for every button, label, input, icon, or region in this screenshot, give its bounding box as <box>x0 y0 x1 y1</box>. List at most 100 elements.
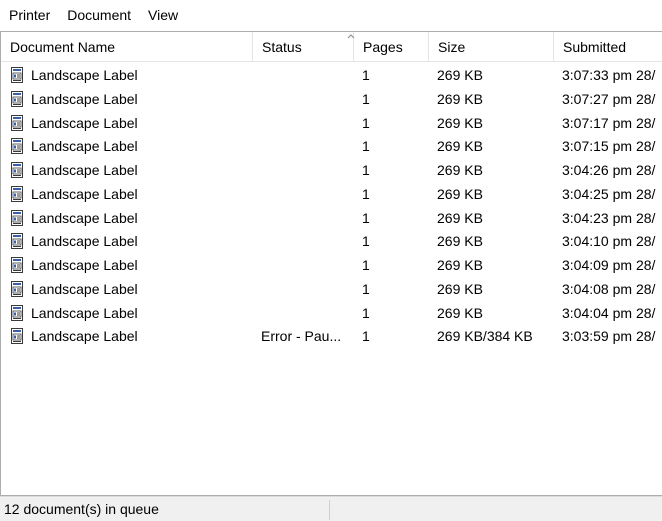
document-name-text: Landscape Label <box>31 138 138 155</box>
document-name-cell: Landscape Label <box>9 87 249 111</box>
pages-cell: 1 <box>362 280 370 297</box>
status-cell: Error - Pau... <box>261 328 342 345</box>
pages-cell: 1 <box>362 162 370 178</box>
document-name-text: Landscape Label <box>31 162 138 178</box>
table-row[interactable]: Landscape Label 1 269 KB 3:04:25 pm 28/ <box>1 182 662 206</box>
document-name-cell: Landscape Label <box>9 229 249 253</box>
size-cell: 269 KB <box>437 304 483 321</box>
size-cell: 269 KB <box>437 162 483 178</box>
menu-printer[interactable]: Printer <box>1 0 58 31</box>
status-cell <box>261 87 349 111</box>
document-icon <box>9 114 31 131</box>
size-cell: 269 KB <box>437 257 483 273</box>
document-name-cell: Landscape Label <box>9 63 249 87</box>
status-cell <box>261 134 349 158</box>
document-name-cell: Landscape Label <box>9 301 249 325</box>
pages-cell: 1 <box>362 138 370 155</box>
status-cell <box>261 158 349 182</box>
submitted-cell: 3:04:25 pm 28/ <box>562 185 656 202</box>
submitted-cell: 3:03:59 pm 28/ <box>562 328 656 345</box>
document-name-text: Landscape Label <box>31 304 138 321</box>
submitted-cell: 3:04:23 pm 28/ <box>562 209 656 226</box>
document-name-text: Landscape Label <box>31 185 138 202</box>
size-cell: 269 KB <box>437 114 483 131</box>
column-header-status[interactable]: Status <box>253 32 354 62</box>
document-icon <box>9 90 31 107</box>
table-row[interactable]: Landscape Label 1 269 KB 3:07:27 pm 28/ <box>1 87 662 111</box>
document-icon <box>9 162 31 178</box>
document-name-text: Landscape Label <box>31 209 138 226</box>
column-header-submitted[interactable]: Submitted <box>554 32 662 62</box>
document-name-cell: Landscape Label <box>9 277 249 301</box>
submitted-cell: 3:04:08 pm 28/ <box>562 280 656 297</box>
document-name-cell: Landscape Label <box>9 158 249 182</box>
submitted-cell: 3:07:27 pm 28/ <box>562 90 656 107</box>
pages-cell: 1 <box>362 67 370 83</box>
pages-cell: 1 <box>362 233 370 250</box>
queue-count-text: 12 document(s) in queue <box>4 501 159 517</box>
table-row[interactable]: Landscape Label 1 269 KB 3:07:17 pm 28/ <box>1 111 662 135</box>
pages-cell: 1 <box>362 90 370 107</box>
column-header-pages[interactable]: Pages <box>354 32 429 62</box>
size-cell: 269 KB <box>437 280 483 297</box>
table-row[interactable]: Landscape Label Error - Pau... 1 269 KB/384… <box>1 324 662 348</box>
document-name-text: Landscape Label <box>31 90 138 107</box>
status-cell <box>261 253 349 277</box>
pages-cell: 1 <box>362 304 370 321</box>
status-bar: 12 document(s) in queue <box>0 496 662 521</box>
document-name-text: Landscape Label <box>31 67 138 83</box>
submitted-cell: 3:07:17 pm 28/ <box>562 114 656 131</box>
document-name-cell: Landscape Label <box>9 182 249 206</box>
status-cell <box>261 301 349 325</box>
size-cell: 269 KB <box>437 90 483 107</box>
size-cell: 269 KB <box>437 233 483 250</box>
document-icon <box>9 209 31 226</box>
submitted-cell: 3:07:33 pm 28/ <box>562 67 656 83</box>
table-row[interactable]: Landscape Label 1 269 KB 3:07:33 pm 28/ <box>1 63 662 87</box>
submitted-cell: 3:04:10 pm 28/ <box>562 233 656 250</box>
menu-document[interactable]: Document <box>59 0 139 31</box>
menu-bar: Printer Document View <box>0 0 662 31</box>
document-name-text: Landscape Label <box>31 114 138 131</box>
table-row[interactable]: Landscape Label 1 269 KB 3:04:08 pm 28/ <box>1 277 662 301</box>
status-cell <box>261 111 349 135</box>
status-cell <box>261 229 349 253</box>
document-name-cell: Landscape Label <box>9 253 249 277</box>
document-icon <box>9 138 31 155</box>
print-queue-list[interactable]: Document Name Status Pages Size Submitte… <box>0 31 662 496</box>
submitted-cell: 3:04:09 pm 28/ <box>562 257 656 273</box>
status-cell <box>261 63 349 87</box>
submitted-cell: 3:04:26 pm 28/ <box>562 162 656 178</box>
document-name-text: Landscape Label <box>31 328 138 345</box>
table-row[interactable]: Landscape Label 1 269 KB 3:04:09 pm 28/ <box>1 253 662 277</box>
table-row[interactable]: Landscape Label 1 269 KB 3:04:26 pm 28/ <box>1 158 662 182</box>
document-name-text: Landscape Label <box>31 257 138 273</box>
pages-cell: 1 <box>362 114 370 131</box>
table-row[interactable]: Landscape Label 1 269 KB 3:07:15 pm 28/ <box>1 134 662 158</box>
status-cell <box>261 206 349 230</box>
document-icon <box>9 280 31 297</box>
submitted-cell: 3:07:15 pm 28/ <box>562 138 656 155</box>
status-cell <box>261 182 349 206</box>
table-row[interactable]: Landscape Label 1 269 KB 3:04:10 pm 28/ <box>1 229 662 253</box>
submitted-cell: 3:04:04 pm 28/ <box>562 304 656 321</box>
pages-cell: 1 <box>362 328 370 345</box>
document-name-cell: Landscape Label <box>9 111 249 135</box>
document-name-text: Landscape Label <box>31 280 138 297</box>
document-icon <box>9 233 31 250</box>
document-name-cell: Landscape Label <box>9 206 249 230</box>
table-row[interactable]: Landscape Label 1 269 KB 3:04:04 pm 28/ <box>1 301 662 325</box>
column-header-row: Document Name Status Pages Size Submitte… <box>1 32 662 62</box>
document-icon <box>9 328 31 345</box>
column-header-size[interactable]: Size <box>429 32 554 62</box>
document-icon <box>9 304 31 321</box>
menu-view[interactable]: View <box>140 0 186 31</box>
size-cell: 269 KB <box>437 67 483 83</box>
status-divider <box>329 500 330 520</box>
pages-cell: 1 <box>362 209 370 226</box>
table-row[interactable]: Landscape Label 1 269 KB 3:04:23 pm 28/ <box>1 206 662 230</box>
column-header-document-name[interactable]: Document Name <box>1 32 253 62</box>
document-icon <box>9 67 31 83</box>
size-cell: 269 KB <box>437 209 483 226</box>
document-name-text: Landscape Label <box>31 233 138 250</box>
